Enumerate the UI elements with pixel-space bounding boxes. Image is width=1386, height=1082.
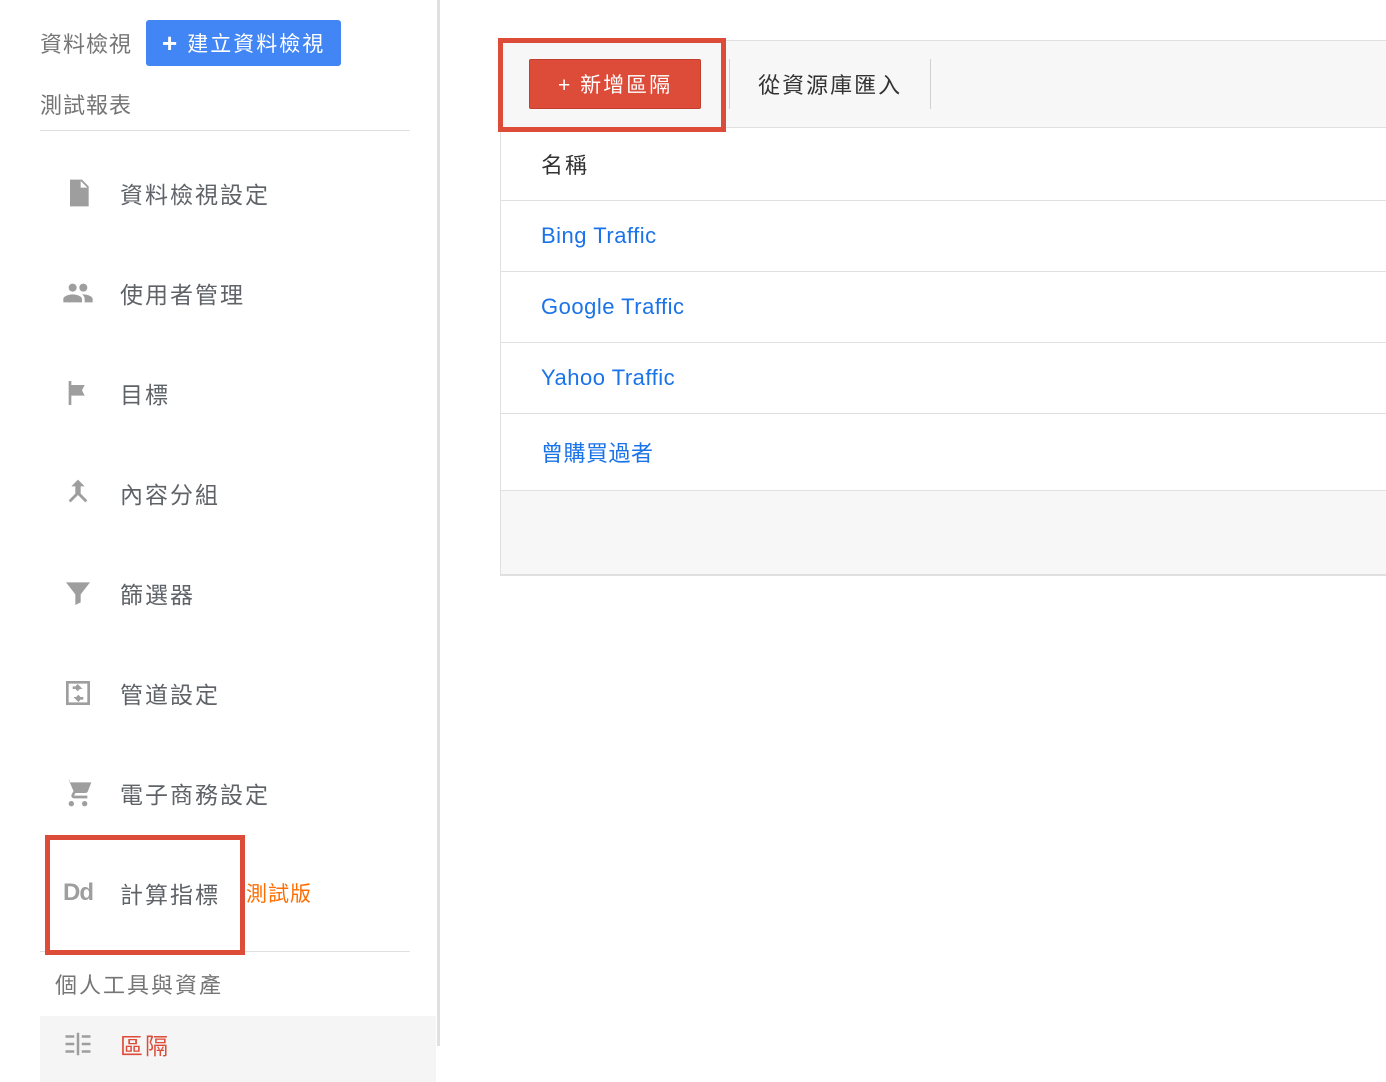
file-icon [60,175,96,211]
nav-list: 資料檢視設定 使用者管理 目標 內容分組 [40,161,437,925]
swap-icon [60,675,96,711]
cart-icon [60,775,96,811]
segment-link[interactable]: Yahoo Traffic [541,365,675,390]
sidebar-subtitle: 測試報表 [40,88,437,120]
nav-item-segments[interactable]: 區隔 [40,1016,436,1082]
table-footer [501,491,1386,575]
segments-table: 名稱 Bing Traffic Google Traffic Yahoo Tra… [500,128,1386,576]
nav-label: 電子商務設定 [120,776,270,810]
sidebar: 資料檢視 + 建立資料檢視 測試報表 資料檢視設定 使用者管理 [0,0,440,1046]
segment-link[interactable]: Google Traffic [541,294,685,319]
toolbar-separator [930,59,931,109]
table-row: 曾購買過者 [501,414,1386,491]
plus-icon: + [162,30,179,56]
flag-icon [60,375,96,411]
nav-label: 使用者管理 [120,276,245,310]
nav-item-goals[interactable]: 目標 [40,361,437,425]
nav-item-view-settings[interactable]: 資料檢視設定 [40,161,437,225]
import-from-gallery-button[interactable]: 從資源庫匯入 [730,41,930,127]
nav-item-user-management[interactable]: 使用者管理 [40,261,437,325]
create-view-button[interactable]: + 建立資料檢視 [146,20,341,66]
nav-label: 管道設定 [120,676,220,710]
nav-label: 資料檢視設定 [120,176,270,210]
nav-item-ecommerce-settings[interactable]: 電子商務設定 [40,761,437,825]
segment-link[interactable]: 曾購買過者 [541,441,654,466]
nav-label: 計算指標 [120,876,220,910]
table-row: Bing Traffic [501,201,1386,272]
nav-item-calculated-metrics[interactable]: Dd 計算指標 測試版 [40,861,437,925]
segments-label: 區隔 [120,1027,170,1061]
divider [40,130,410,131]
segment-link[interactable]: Bing Traffic [541,223,657,248]
create-view-label: 建立資料檢視 [187,28,325,58]
nav-label: 內容分組 [120,476,220,510]
nav-label: 目標 [120,376,170,410]
table-row: Yahoo Traffic [501,343,1386,414]
merge-icon [60,475,96,511]
nav-item-channel-settings[interactable]: 管道設定 [40,661,437,725]
toolbar: + 新增區隔 從資源庫匯入 [500,40,1386,128]
add-segment-button[interactable]: + 新增區隔 [529,59,701,109]
add-segment-label: + 新增區隔 [558,69,672,99]
funnel-icon [60,575,96,611]
table-row: Google Traffic [501,272,1386,343]
segments-icon [60,1026,96,1062]
section-title: 個人工具與資產 [40,952,437,1016]
dd-icon: Dd [60,875,96,911]
view-label: 資料檢視 [40,27,132,59]
nav-item-filters[interactable]: 篩選器 [40,561,437,625]
main-content: + 新增區隔 從資源庫匯入 名稱 Bing Traffic Google Tra… [440,0,1386,1046]
sidebar-header: 資料檢視 + 建立資料檢視 [40,20,437,66]
import-label: 從資源庫匯入 [758,68,902,100]
nav-label: 篩選器 [120,576,195,610]
table-header-name: 名稱 [501,128,1386,201]
beta-badge: 測試版 [246,878,312,908]
nav-item-content-grouping[interactable]: 內容分組 [40,461,437,525]
people-icon [60,275,96,311]
